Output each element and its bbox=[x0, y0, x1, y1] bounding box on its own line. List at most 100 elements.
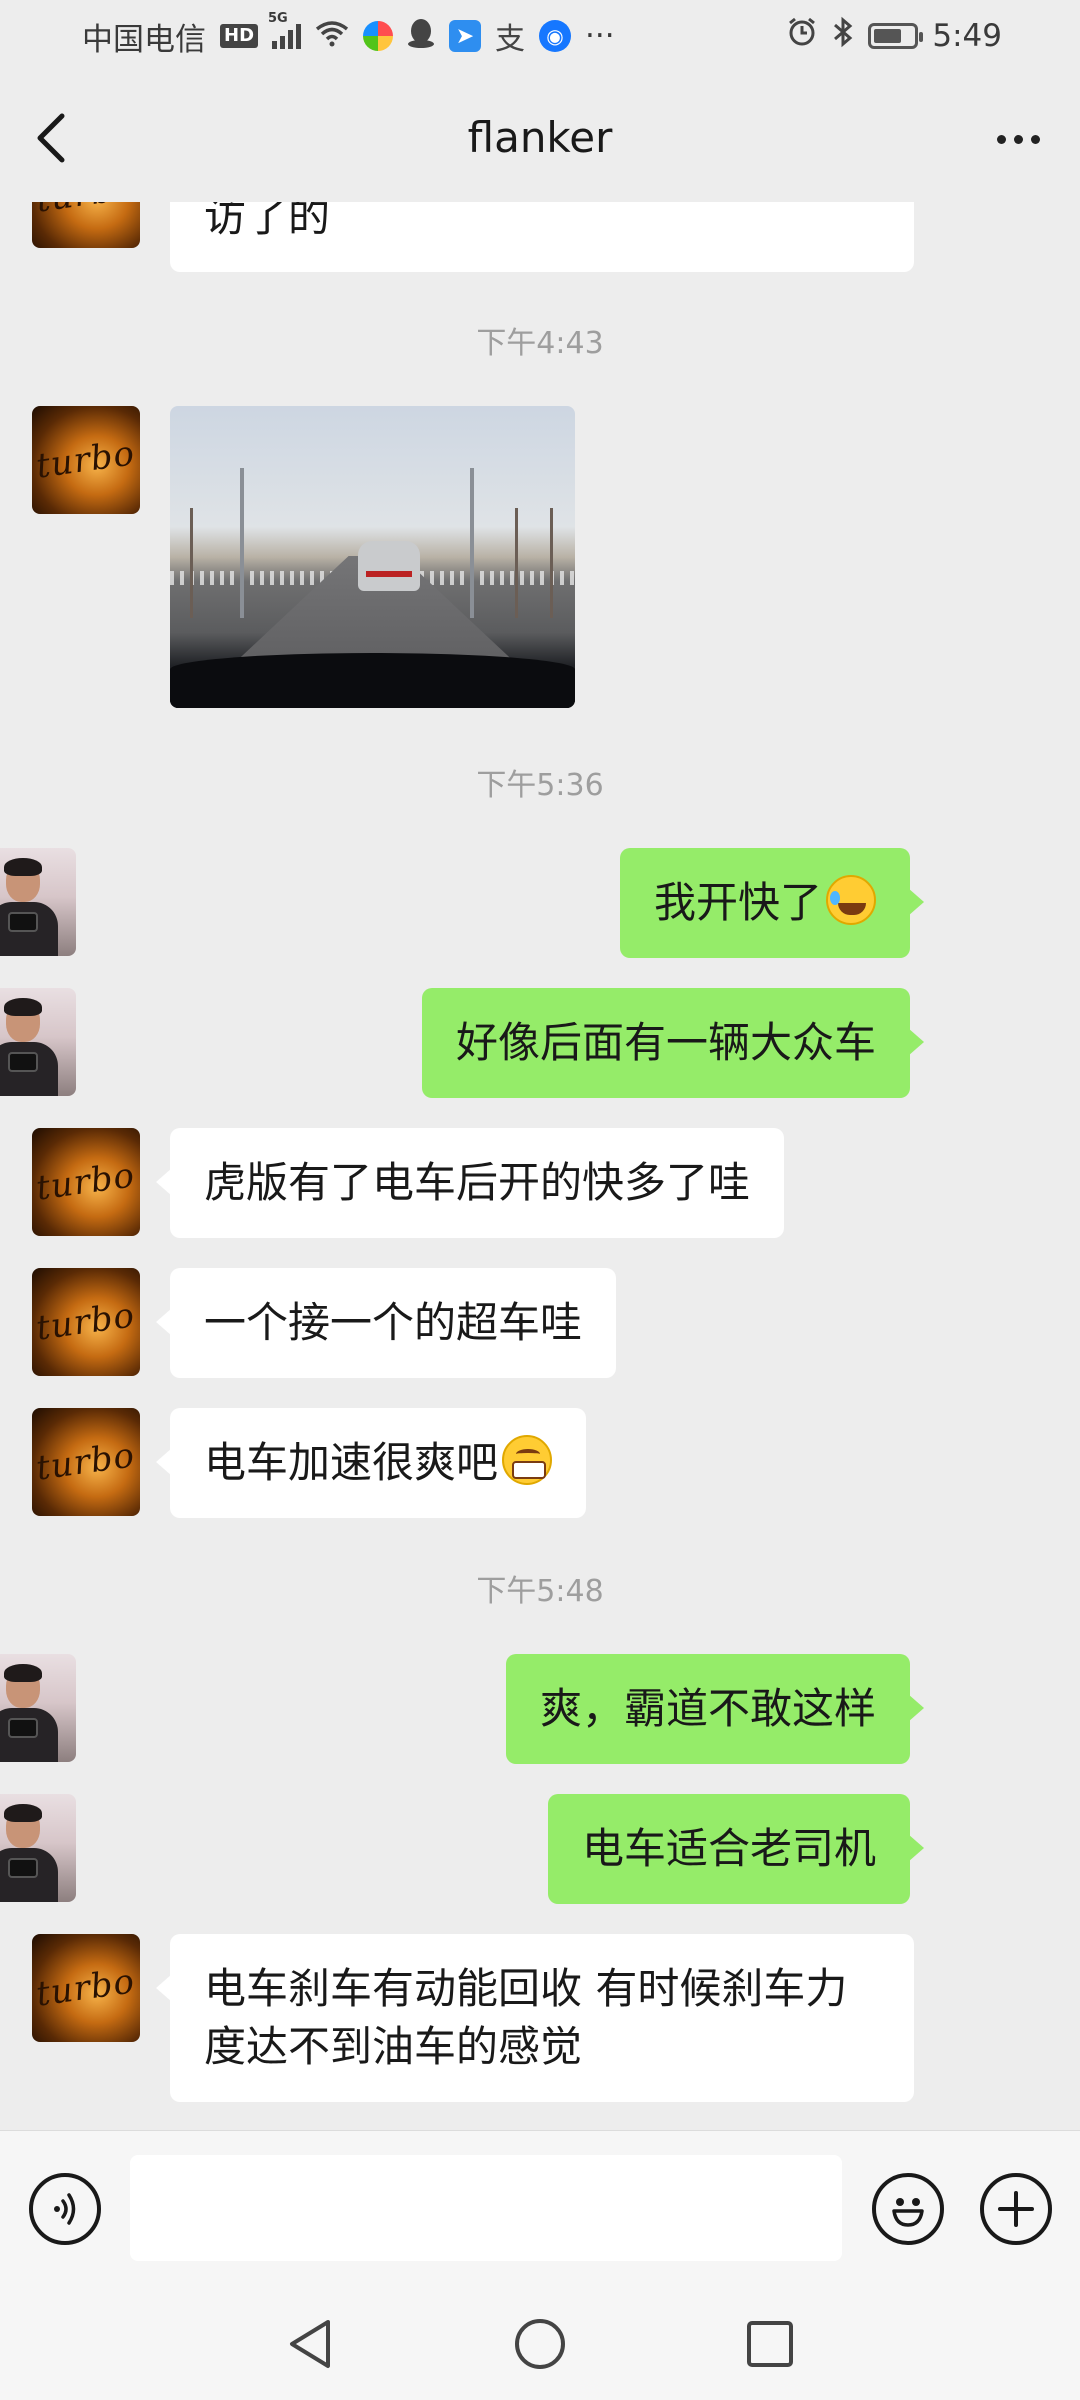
self-avatar[interactable] bbox=[0, 1794, 76, 1902]
message-row: 好像后面有一辆大众车 bbox=[0, 988, 1080, 1098]
message-text: 好像后面有一辆大众车 bbox=[455, 1018, 876, 1067]
chat-title: flanker bbox=[467, 112, 613, 162]
message-text: 爽，霸道不敢这样 bbox=[539, 1684, 876, 1733]
system-back-button[interactable] bbox=[280, 2314, 340, 2374]
plus-icon bbox=[998, 2191, 1034, 2227]
camera-icon bbox=[8, 912, 38, 932]
photo-tree bbox=[515, 508, 518, 618]
colorful-app-icon bbox=[363, 21, 394, 51]
message-text: 电车刹车有动能回收 有时候刹车力度达不到油车的感觉 bbox=[204, 1964, 848, 2071]
camera-icon bbox=[8, 1718, 38, 1738]
photo-tree bbox=[550, 508, 553, 618]
hd-badge: HD bbox=[220, 24, 259, 48]
alarm-icon bbox=[786, 16, 818, 56]
more-dot-icon bbox=[1030, 134, 1040, 144]
camera-icon bbox=[8, 1858, 38, 1878]
message-row: turbo 虎版有了电车后开的快多了哇 bbox=[0, 1128, 1080, 1238]
message-row: turbo bbox=[0, 406, 1080, 708]
camera-icon bbox=[8, 1052, 38, 1072]
wifi-icon bbox=[315, 19, 349, 54]
message-bubble-in[interactable]: 一个接一个的超车哇 bbox=[155, 1268, 617, 1378]
message-list[interactable]: turbo 访了的 下午4:43 turbo 下午5:36 我开快了 好像后面有… bbox=[0, 202, 1080, 2130]
message-bubble-in[interactable]: 电车加速很爽吧 bbox=[155, 1408, 587, 1518]
contact-avatar[interactable]: turbo bbox=[32, 1268, 140, 1376]
more-options-button[interactable] bbox=[988, 114, 1048, 164]
message-row: turbo 电车加速很爽吧 bbox=[0, 1408, 1080, 1518]
triangle-back-icon bbox=[290, 2320, 330, 2368]
circle-home-icon bbox=[515, 2319, 565, 2369]
message-row: turbo 访了的 bbox=[0, 202, 1080, 272]
timestamp: 下午5:36 bbox=[476, 768, 604, 803]
turbo-badge-avatar: turbo bbox=[34, 433, 138, 487]
battery-icon bbox=[868, 23, 924, 49]
message-bubble-out[interactable]: 电车适合老司机 bbox=[547, 1794, 925, 1904]
message-text: 虎版有了电车后开的快多了哇 bbox=[204, 1158, 751, 1207]
self-avatar[interactable] bbox=[0, 848, 76, 956]
message-bubble-in[interactable]: 访了的 bbox=[170, 202, 914, 272]
smiley-icon bbox=[892, 2198, 924, 2227]
signal-icon: 5G bbox=[268, 11, 302, 49]
more-dot-icon bbox=[996, 134, 1006, 144]
laughing-crying-emoji-icon bbox=[826, 875, 876, 925]
more-dot-icon bbox=[1013, 134, 1023, 144]
photo-dashboard bbox=[170, 653, 575, 708]
message-bubble-in[interactable]: 虎版有了电车后开的快多了哇 bbox=[155, 1128, 785, 1238]
status-left: 中国电信 HD 5G ➤ 支 ◉ ··· bbox=[82, 11, 615, 59]
photo-streetlight bbox=[240, 468, 244, 618]
message-row: turbo 一个接一个的超车哇 bbox=[0, 1268, 1080, 1378]
message-bubble-out[interactable]: 我开快了 bbox=[619, 848, 925, 958]
timestamp: 下午4:43 bbox=[476, 326, 604, 361]
battery-fill bbox=[874, 29, 901, 43]
message-text: 电车加速很爽吧 bbox=[204, 1438, 499, 1487]
qq-penguin-icon bbox=[407, 18, 435, 55]
photo-car bbox=[358, 541, 420, 591]
contact-avatar[interactable]: turbo bbox=[32, 1408, 140, 1516]
system-recents-button[interactable] bbox=[740, 2314, 800, 2374]
contact-avatar[interactable]: turbo bbox=[32, 1128, 140, 1236]
photo-streetlight bbox=[470, 468, 474, 618]
contact-avatar[interactable]: turbo bbox=[32, 406, 140, 514]
system-navigation-bar bbox=[0, 2286, 1080, 2400]
turbo-badge-avatar: turbo bbox=[34, 1155, 138, 1209]
turbo-badge-avatar: turbo bbox=[34, 1961, 138, 2015]
contact-avatar[interactable]: turbo bbox=[32, 1934, 140, 2042]
grinning-emoji-icon bbox=[502, 1435, 553, 1485]
turbo-badge-avatar: turbo bbox=[34, 1435, 138, 1489]
carrier-label: 中国电信 bbox=[82, 21, 206, 58]
image-message[interactable] bbox=[170, 406, 575, 708]
voice-input-button[interactable] bbox=[29, 2173, 101, 2245]
message-row: 我开快了 bbox=[0, 848, 1080, 958]
emoji-button[interactable] bbox=[872, 2173, 944, 2245]
message-text: 电车适合老司机 bbox=[581, 1824, 876, 1873]
self-avatar[interactable] bbox=[0, 1654, 76, 1762]
voice-wave-icon bbox=[54, 2193, 76, 2225]
network-type: 5G bbox=[268, 11, 288, 26]
message-bubble-in[interactable]: 电车刹车有动能回收 有时候刹车力度达不到油车的感觉 bbox=[156, 1934, 914, 2102]
contact-avatar[interactable]: turbo bbox=[32, 202, 140, 248]
clock: 5:49 bbox=[932, 18, 1002, 54]
message-row: 爽，霸道不敢这样 bbox=[0, 1654, 1080, 1764]
timestamp: 下午5:48 bbox=[476, 1574, 604, 1609]
message-text: 我开快了 bbox=[653, 878, 822, 927]
system-home-button[interactable] bbox=[510, 2314, 570, 2374]
square-recents-icon bbox=[747, 2321, 793, 2367]
bluetooth-icon bbox=[832, 16, 854, 56]
message-row: turbo 电车刹车有动能回收 有时候刹车力度达不到油车的感觉 bbox=[0, 1934, 1080, 2102]
status-right: 5:49 bbox=[786, 16, 1002, 56]
message-input[interactable] bbox=[130, 2155, 842, 2261]
message-bubble-out[interactable]: 好像后面有一辆大众车 bbox=[421, 988, 925, 1098]
chevron-left-icon bbox=[37, 113, 65, 163]
message-bubble-out[interactable]: 爽，霸道不敢这样 bbox=[505, 1654, 925, 1764]
message-row: 电车适合老司机 bbox=[0, 1794, 1080, 1904]
tim-app-icon: ➤ bbox=[449, 20, 482, 52]
turbo-badge-avatar: turbo bbox=[34, 1295, 138, 1349]
alipay-icon: 支 bbox=[495, 22, 526, 57]
self-avatar[interactable] bbox=[0, 988, 76, 1096]
back-button[interactable] bbox=[32, 110, 72, 166]
photo-tree bbox=[190, 508, 193, 618]
bulb-app-icon: ◉ bbox=[539, 20, 572, 52]
more-notifications-icon: ··· bbox=[585, 18, 615, 54]
more-functions-button[interactable] bbox=[980, 2173, 1052, 2245]
message-text: 一个接一个的超车哇 bbox=[204, 1298, 583, 1347]
message-text: 访了的 bbox=[204, 202, 331, 241]
